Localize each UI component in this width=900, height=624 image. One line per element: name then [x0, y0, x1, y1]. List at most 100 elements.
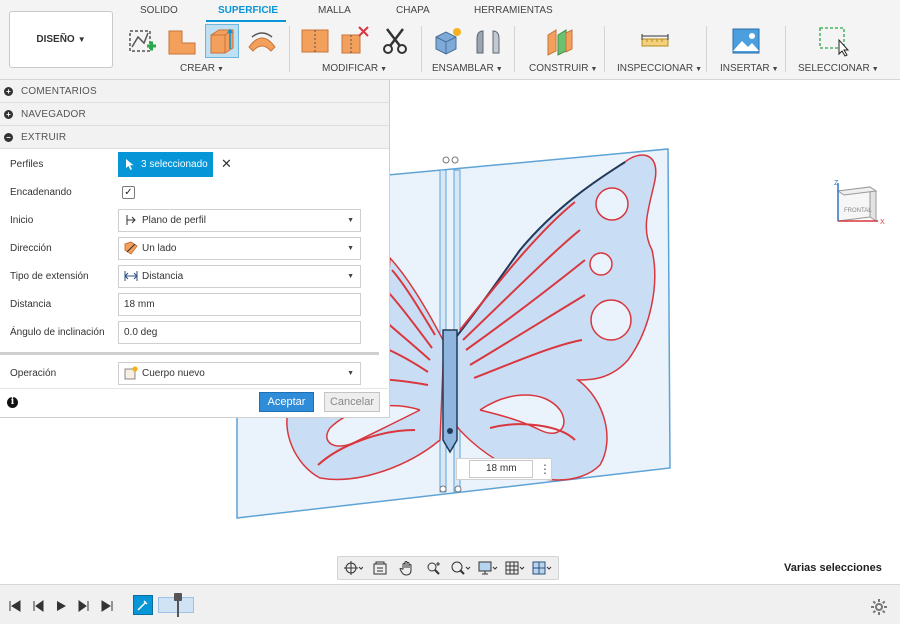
timeline-play-icon[interactable]	[54, 599, 68, 613]
viewports-icon[interactable]	[531, 558, 553, 578]
group-modificar-label: MODIFICAR	[322, 63, 379, 74]
tab-malla[interactable]: MALLA	[318, 5, 351, 16]
operation-dropdown[interactable]: Cuerpo nuevo ▼	[118, 361, 361, 385]
group-crear[interactable]: CREAR ▼	[180, 63, 224, 74]
orbit-icon[interactable]	[342, 558, 364, 578]
group-seleccionar[interactable]: SELECCIONAR ▼	[798, 63, 879, 74]
new-component-tool[interactable]	[431, 24, 465, 58]
selection-status: Varias selecciones	[784, 562, 882, 574]
revolve-tool[interactable]	[245, 24, 279, 58]
view-cube[interactable]: FRONTAL X Z	[830, 179, 888, 235]
direction-value: Un lado	[142, 242, 177, 254]
chain-label: Encadenando	[10, 186, 72, 198]
navigation-bar	[337, 556, 559, 580]
pan-hand-icon[interactable]	[396, 558, 418, 578]
divider	[706, 26, 707, 72]
distance-label: Distancia	[10, 298, 52, 310]
distance-input[interactable]: 18 mm	[469, 460, 533, 478]
manipulator-handle[interactable]	[442, 156, 450, 164]
group-modificar[interactable]: MODIFICAR ▼	[322, 63, 387, 74]
delete-face-tool[interactable]	[338, 24, 372, 58]
offset-tool[interactable]	[298, 24, 332, 58]
direction-dropdown[interactable]: Un lado ▼	[118, 236, 361, 260]
start-row: Inicio Plano de perfil ▼	[0, 206, 389, 234]
chain-row: Encadenando ✓	[0, 178, 389, 206]
split-tool[interactable]	[378, 24, 412, 58]
display-settings-icon[interactable]	[477, 558, 499, 578]
active-tab-indicator	[206, 20, 286, 22]
manipulator-handle[interactable]	[451, 156, 459, 164]
select-icon	[819, 27, 850, 57]
comments-section[interactable]: + COMENTARIOS	[0, 80, 389, 103]
chain-checkbox[interactable]: ✓	[122, 185, 135, 199]
delete-icon	[341, 26, 369, 54]
manipulator-handle[interactable]	[439, 485, 447, 493]
body-center-point	[447, 428, 453, 434]
joint-tool[interactable]	[471, 24, 505, 58]
profiles-value: 3 seleccionado	[141, 158, 208, 170]
direction-row: Dirección Un lado ▼	[0, 234, 389, 262]
profile-plane-icon	[124, 213, 138, 227]
distance-value: 18 mm	[124, 298, 155, 310]
operation-label: Operación	[10, 367, 57, 379]
ok-button[interactable]: Aceptar	[259, 392, 314, 412]
extrude-section[interactable]: − EXTRUIR	[0, 126, 389, 149]
timeline-next-icon[interactable]	[77, 599, 91, 613]
zoom-icon[interactable]	[450, 558, 472, 578]
chevron-down-icon: ▼	[77, 35, 86, 44]
info-icon[interactable]: i	[7, 397, 18, 408]
component-icon	[435, 28, 461, 55]
direction-label: Dirección	[10, 242, 52, 254]
timeline-end-icon[interactable]	[100, 599, 114, 613]
start-value: Plano de perfil	[142, 214, 206, 226]
tab-herramientas[interactable]: HERRAMIENTAS	[474, 5, 553, 16]
timeline-marker-line	[177, 599, 179, 617]
operation-row: Operación Cuerpo nuevo ▼	[0, 359, 389, 387]
taper-angle-label: Ángulo de inclinación	[10, 326, 105, 338]
expand-icon: +	[4, 109, 13, 119]
look-at-icon[interactable]	[369, 558, 391, 578]
tab-solido[interactable]: SOLIDO	[140, 5, 178, 16]
create-sketch-tool[interactable]	[125, 24, 159, 58]
profiles-selection-button[interactable]: 3 seleccionado	[118, 151, 213, 177]
extrude-tool[interactable]	[205, 24, 239, 58]
timeline-sketch-feature[interactable]	[133, 595, 153, 615]
workspace-switcher[interactable]: DISEÑO ▼	[9, 11, 113, 68]
tab-superficie[interactable]: SUPERFICIE	[218, 5, 278, 16]
clear-selection-icon[interactable]: ✕	[221, 156, 232, 172]
manipulator-handle[interactable]	[454, 485, 462, 493]
taper-angle-field[interactable]: 0.0 deg	[118, 320, 361, 344]
start-dropdown[interactable]: Plano de perfil ▼	[118, 208, 361, 232]
group-inspeccionar[interactable]: INSPECCIONAR ▼	[617, 63, 702, 74]
z-axis-label: Z	[834, 180, 839, 187]
extrude-surface-tool[interactable]	[165, 24, 199, 58]
timeline-start-icon[interactable]	[8, 599, 22, 613]
operation-value: Cuerpo nuevo	[142, 367, 205, 379]
browser-section[interactable]: + NAVEGADOR	[0, 103, 389, 126]
offset-plane-tool[interactable]	[543, 24, 577, 58]
group-ensamblar-label: ENSAMBLAR	[432, 63, 494, 74]
timeline-previous-icon[interactable]	[31, 599, 45, 613]
insert-canvas-tool[interactable]	[729, 24, 763, 58]
group-construir[interactable]: CONSTRUIR ▼	[529, 63, 597, 74]
measure-tool[interactable]	[638, 24, 672, 58]
distance-field[interactable]: 18 mm	[118, 292, 361, 316]
group-insertar[interactable]: INSERTAR ▼	[720, 63, 779, 74]
group-seleccionar-label: SELECCIONAR	[798, 63, 870, 74]
more-options-icon[interactable]: ⋮	[539, 462, 551, 476]
gear-icon[interactable]	[871, 599, 887, 618]
divider	[289, 26, 290, 72]
grid-icon[interactable]	[504, 558, 526, 578]
offset-icon	[301, 29, 329, 53]
tab-chapa[interactable]: CHAPA	[396, 5, 430, 16]
window-select-tool[interactable]	[817, 24, 851, 58]
distance-manipulator[interactable]: 18 mm ⋮	[456, 458, 552, 480]
sketch-icon	[129, 30, 156, 52]
timeline	[0, 584, 900, 624]
group-ensamblar[interactable]: ENSAMBLAR ▼	[432, 63, 503, 74]
view-cube-icon: FRONTAL X Z	[834, 180, 885, 226]
distance-row: Distancia 18 mm	[0, 290, 389, 318]
extent-type-dropdown[interactable]: Distancia ▼	[118, 264, 361, 288]
cancel-button[interactable]: Cancelar	[324, 392, 380, 412]
zoom-window-icon[interactable]	[423, 558, 445, 578]
